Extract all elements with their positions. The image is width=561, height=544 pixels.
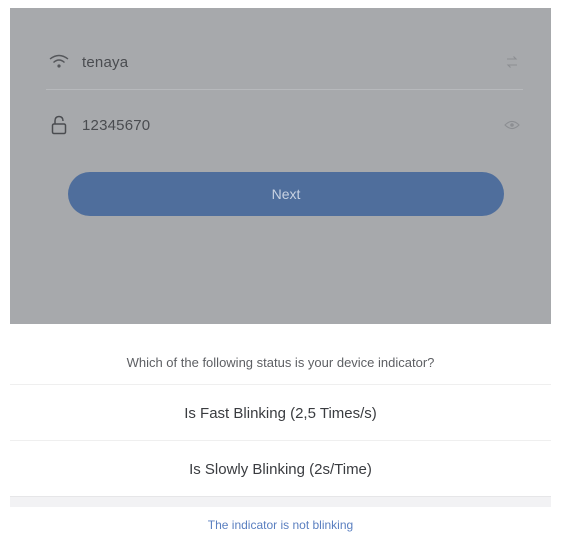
wifi-icon: [46, 49, 72, 75]
sheet-question: Which of the following status is your de…: [126, 355, 435, 370]
option-fast-blinking[interactable]: Is Fast Blinking (2,5 Times/s): [10, 384, 551, 441]
option-slow-blinking[interactable]: Is Slowly Blinking (2s/Time): [10, 440, 551, 497]
password-field[interactable]: 12345670: [46, 98, 523, 152]
wifi-name-field[interactable]: tenaya: [46, 35, 523, 90]
indicator-status-sheet: Which of the following status is your de…: [10, 324, 551, 544]
swap-icon[interactable]: [501, 51, 523, 73]
next-button[interactable]: Next: [68, 172, 504, 216]
not-blinking-link[interactable]: The indicator is not blinking: [10, 506, 551, 544]
wifi-setup-screen: tenaya 12345670 Next Which of the follow…: [10, 8, 551, 544]
eye-icon[interactable]: [501, 114, 523, 136]
wifi-name-value: tenaya: [82, 53, 129, 71]
lock-icon: [46, 112, 72, 138]
password-value: 12345670: [82, 116, 151, 134]
dimmed-form-area: tenaya 12345670 Next: [10, 8, 551, 324]
